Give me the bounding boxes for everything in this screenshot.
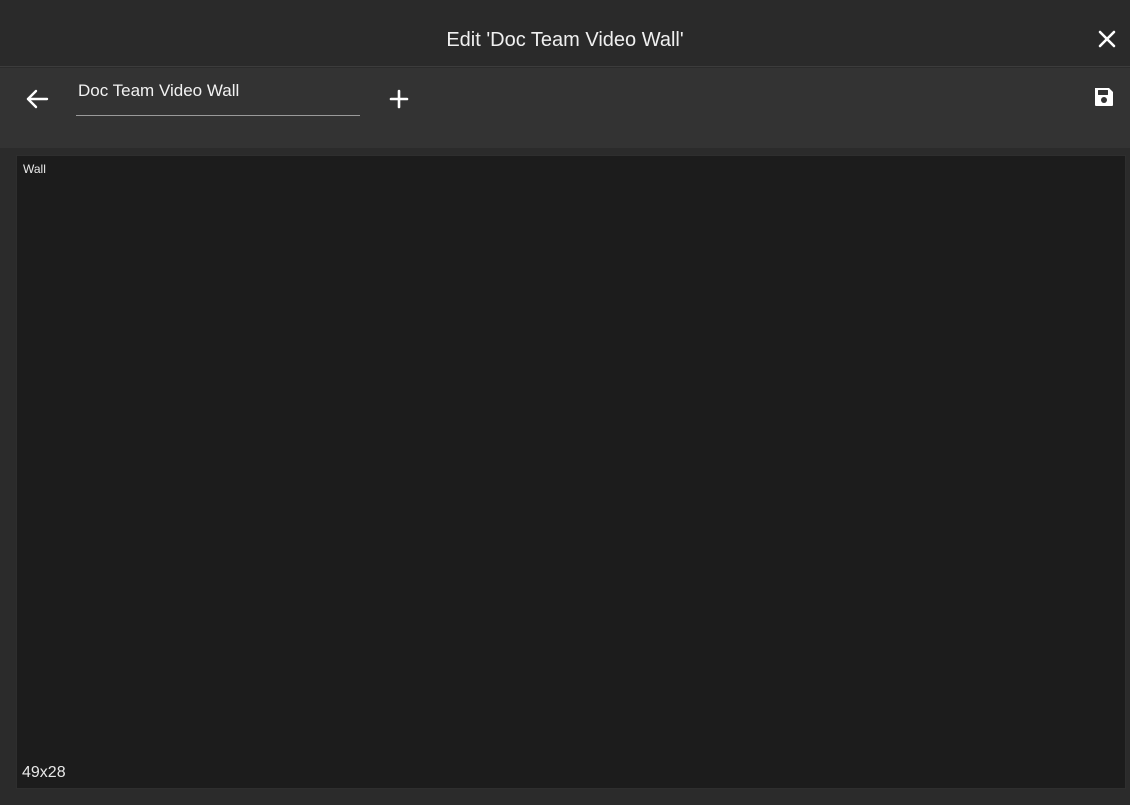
toolbar xyxy=(0,68,1130,148)
canvas-label: Wall xyxy=(23,162,46,176)
save-button[interactable] xyxy=(1092,85,1116,109)
wall-name-input[interactable] xyxy=(76,76,360,115)
arrow-left-icon xyxy=(24,86,50,112)
close-button[interactable] xyxy=(1096,28,1118,50)
title-bar: Edit 'Doc Team Video Wall' xyxy=(0,0,1130,67)
close-icon xyxy=(1096,28,1118,50)
canvas-size-readout: 49x28 xyxy=(22,764,66,781)
plus-icon xyxy=(388,88,410,110)
wall-name-field xyxy=(76,76,360,116)
edit-wall-dialog: Edit 'Doc Team Video Wall' Doc Team Vide… xyxy=(0,0,1130,805)
floppy-disk-icon xyxy=(1092,85,1116,109)
back-button[interactable] xyxy=(24,86,50,112)
add-button[interactable] xyxy=(388,88,410,110)
wall-canvas[interactable]: Wall 49x28 xyxy=(16,155,1126,789)
dialog-title: Edit 'Doc Team Video Wall' xyxy=(446,29,684,51)
